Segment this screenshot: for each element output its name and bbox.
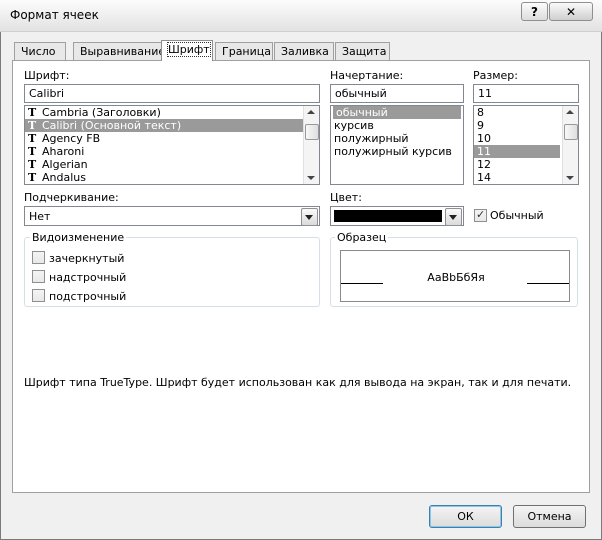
size-list-scrollbar[interactable] — [562, 106, 578, 184]
truetype-icon: T — [28, 171, 37, 184]
list-item[interactable]: обычный — [333, 106, 461, 119]
truetype-icon: T — [28, 158, 37, 171]
color-swatch — [334, 210, 442, 222]
scroll-thumb[interactable] — [564, 124, 578, 140]
truetype-icon: T — [28, 145, 37, 158]
style-input[interactable]: обычный — [330, 84, 464, 103]
truetype-icon: T — [28, 106, 37, 119]
scroll-down-icon[interactable] — [566, 176, 574, 180]
size-input[interactable]: 11 — [473, 84, 579, 103]
list-item[interactable]: полужирный курсив — [331, 145, 463, 158]
list-item[interactable]: T Agency FB — [25, 132, 319, 145]
size-label: Размер: — [473, 69, 518, 82]
superscript-checkbox[interactable] — [32, 270, 45, 283]
tab-number[interactable]: Число — [14, 42, 66, 60]
scroll-thumb[interactable] — [305, 124, 319, 140]
scroll-up-icon[interactable] — [566, 110, 574, 114]
strikethrough-label: зачеркнутый — [49, 252, 125, 265]
list-item[interactable]: T Cambria (Заголовки) — [25, 106, 319, 119]
normal-font-label: Обычный — [490, 209, 544, 222]
help-button[interactable]: ? — [521, 2, 548, 21]
color-select[interactable] — [330, 206, 464, 226]
subscript-label: подстрочный — [49, 290, 127, 303]
cancel-button[interactable]: Отмена — [513, 505, 586, 528]
truetype-icon: T — [28, 132, 37, 145]
chevron-down-icon[interactable] — [445, 208, 462, 226]
strikethrough-checkbox[interactable] — [32, 251, 45, 264]
tab-font[interactable]: Шрифт — [161, 40, 213, 61]
close-button[interactable]: ✕ — [549, 2, 593, 21]
font-input[interactable]: Calibri — [24, 84, 320, 103]
subscript-checkbox[interactable] — [32, 289, 45, 302]
effects-label: Видоизменение — [30, 231, 127, 244]
help-icon: ? — [531, 4, 538, 19]
window-title: Формат ячеек — [10, 8, 99, 22]
font-label: Шрифт: — [24, 69, 70, 82]
normal-font-checkbox[interactable] — [474, 208, 487, 222]
list-item[interactable]: 11 — [474, 145, 560, 158]
preview-text: AaBbБбЯя — [427, 271, 485, 284]
underline-label: Подчеркивание: — [24, 191, 119, 204]
scroll-down-icon[interactable] — [307, 176, 315, 180]
scroll-up-icon[interactable] — [307, 110, 315, 114]
list-item[interactable]: T Aharoni — [25, 145, 319, 158]
list-item[interactable]: полужирный — [331, 132, 463, 145]
font-list[interactable]: T Cambria (Заголовки) T Calibri (Основной … — [24, 105, 320, 185]
font-list-scrollbar[interactable] — [303, 106, 319, 184]
list-item[interactable]: T Algerian — [25, 158, 319, 171]
close-icon: ✕ — [565, 4, 577, 19]
truetype-icon: T — [28, 119, 37, 132]
chevron-down-icon[interactable] — [301, 208, 318, 226]
ok-button[interactable]: ОК — [429, 505, 502, 528]
tab-protection[interactable]: Защита — [335, 42, 390, 60]
tab-alignment[interactable]: Выравнивание — [73, 42, 165, 60]
preview-label: Образец — [335, 231, 389, 244]
tab-border[interactable]: Граница — [215, 42, 273, 60]
list-item[interactable]: T Andalus — [25, 171, 319, 184]
underline-select[interactable]: Нет — [24, 206, 320, 226]
list-item[interactable]: T Calibri (Основной текст) — [25, 119, 319, 132]
preview-box: AaBbБбЯя — [340, 250, 570, 302]
list-item[interactable]: курсив — [331, 119, 463, 132]
underline-value: Нет — [29, 210, 51, 223]
color-label: Цвет: — [330, 191, 362, 204]
style-label: Начертание: — [330, 69, 404, 82]
tab-fill[interactable]: Заливка — [274, 42, 334, 60]
style-list[interactable]: обычный курсив полужирный полужирный кур… — [330, 105, 464, 185]
font-description: Шрифт типа TrueType. Шрифт будет использ… — [24, 376, 572, 389]
size-list[interactable]: 8 9 10 11 12 14 — [473, 105, 579, 185]
superscript-label: надстрочный — [49, 271, 127, 284]
